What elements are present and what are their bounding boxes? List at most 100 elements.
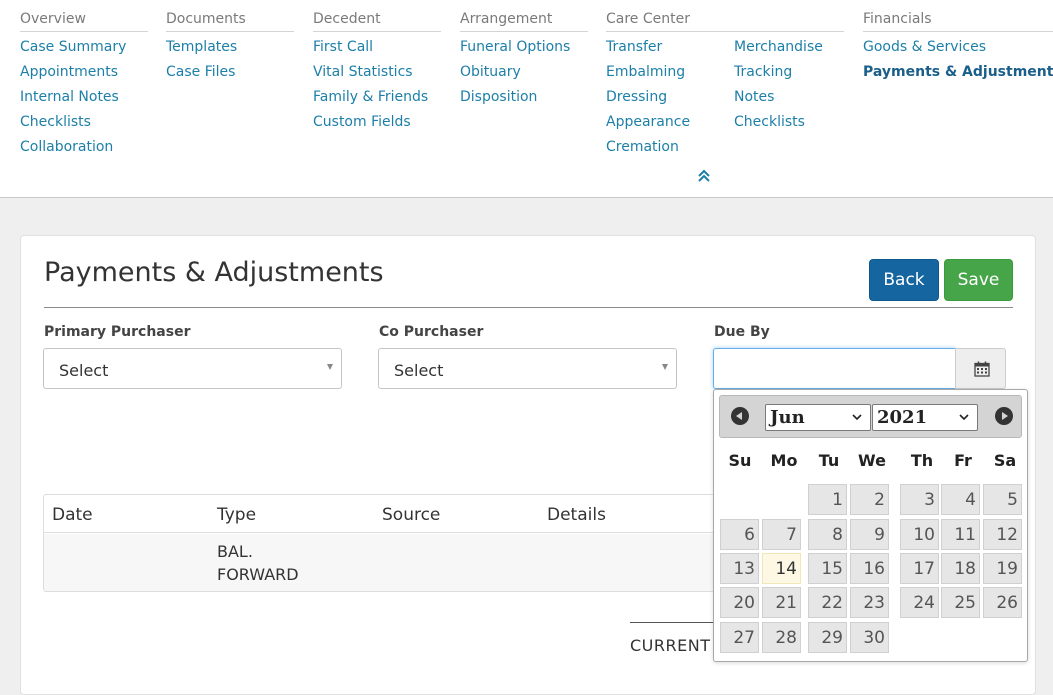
nav-link-appearance[interactable]: Appearance [606,110,690,135]
day-cell-19[interactable]: 19 [983,553,1022,584]
day-cell-3[interactable]: 3 [900,484,939,515]
day-cell-12[interactable]: 12 [983,519,1022,550]
nav-link-merchandise[interactable]: Merchandise [734,35,823,60]
due-by-label: Due By [714,324,770,340]
nav-link-funeral-options[interactable]: Funeral Options [460,35,588,60]
nav-column-documents: Documents Templates Case Files [166,10,294,85]
nav-link-templates[interactable]: Templates [166,35,294,60]
nav-link-case-summary[interactable]: Case Summary [20,35,148,60]
nav-link-vital-statistics[interactable]: Vital Statistics [313,60,441,85]
weekday-sa: Sa [993,451,1017,470]
nav-link-care-checklists[interactable]: Checklists [734,110,823,135]
day-cell-30[interactable]: 30 [850,622,889,653]
next-month-icon[interactable] [995,407,1013,425]
nav-link-family-friends[interactable]: Family & Friends [313,85,441,110]
day-cell-24[interactable]: 24 [900,587,939,618]
nav-link-payments-adjustments[interactable]: Payments & Adjustments [863,60,1053,85]
nav-column-overview: Overview Case Summary Appointments Inter… [20,10,148,160]
day-cell-17[interactable]: 17 [900,553,939,584]
nav-heading-overview: Overview [20,10,148,32]
nav-link-cremation[interactable]: Cremation [606,135,690,160]
chevron-down-icon [852,414,862,421]
day-cell-20[interactable]: 20 [720,587,759,618]
weekday-mo: Mo [770,451,798,470]
year-select[interactable]: 2021 [872,404,978,431]
column-header-source[interactable]: Source [382,505,440,525]
calendar-button[interactable] [955,348,1006,389]
day-cell-14[interactable]: 14 [762,553,801,584]
nav-link-dressing[interactable]: Dressing [606,85,690,110]
back-button[interactable]: Back [869,259,939,301]
nav-link-transfer[interactable]: Transfer [606,35,690,60]
day-cell-25[interactable]: 25 [941,587,980,618]
day-cell-5[interactable]: 5 [983,484,1022,515]
cell-type: BAL. FORWARD [217,542,299,584]
weekday-tu: Tu [818,451,840,470]
table-header: Date Type Source Details [44,495,732,533]
nav-link-embalming[interactable]: Embalming [606,60,690,85]
chevron-down-icon [959,414,969,421]
due-by-input[interactable] [713,348,956,389]
weekday-su: Su [728,451,752,470]
day-cell-11[interactable]: 11 [941,519,980,550]
nav-link-collaboration[interactable]: Collaboration [20,135,148,160]
nav-link-first-call[interactable]: First Call [313,35,441,60]
datepicker-header: Jun 2021 [719,395,1022,438]
nav-heading-documents: Documents [166,10,294,32]
column-header-date[interactable]: Date [52,505,93,525]
day-cell-21[interactable]: 21 [762,587,801,618]
day-cell-29[interactable]: 29 [808,622,847,653]
day-cell-18[interactable]: 18 [941,553,980,584]
previous-month-icon[interactable] [731,407,749,425]
day-cell-16[interactable]: 16 [850,553,889,584]
day-cell-9[interactable]: 9 [850,519,889,550]
day-cell-23[interactable]: 23 [850,587,889,618]
column-header-details[interactable]: Details [547,505,606,525]
top-navigation: Overview Case Summary Appointments Inter… [0,0,1053,198]
nav-link-disposition[interactable]: Disposition [460,85,588,110]
day-cell-10[interactable]: 10 [900,519,939,550]
weekday-we: We [858,451,886,470]
nav-link-checklists[interactable]: Checklists [20,110,148,135]
day-cell-26[interactable]: 26 [983,587,1022,618]
day-cell-15[interactable]: 15 [808,553,847,584]
nav-column-financials: Financials Goods & Services Payments & A… [863,10,1053,85]
datepicker-popup: Jun 2021 Su Mo Tu We Th Fr Sa 1 2 3 4 5 6 7 8 9 10 11 12 1… [713,389,1028,662]
year-value: 2021 [877,407,928,428]
nav-link-appointments[interactable]: Appointments [20,60,148,85]
nav-link-custom-fields[interactable]: Custom Fields [313,110,441,135]
double-chevron-up-icon[interactable] [697,168,711,184]
day-cell-22[interactable]: 22 [808,587,847,618]
co-purchaser-select[interactable]: Select [378,348,677,389]
nav-link-tracking[interactable]: Tracking [734,60,823,85]
table-row[interactable]: BAL. FORWARD [44,534,732,591]
weekday-fr: Fr [954,451,972,470]
month-select[interactable]: Jun [765,404,871,431]
day-cell-6[interactable]: 6 [720,519,759,550]
co-purchaser-value: Select [394,361,444,380]
day-cell-1[interactable]: 1 [808,484,847,515]
day-cell-13[interactable]: 13 [720,553,759,584]
nav-link-case-files[interactable]: Case Files [166,60,294,85]
nav-heading-decedent: Decedent [313,10,441,32]
calendar-icon [974,361,990,377]
day-cell-28[interactable]: 28 [762,622,801,653]
day-cell-27[interactable]: 27 [720,622,759,653]
day-cell-7[interactable]: 7 [762,519,801,550]
nav-link-internal-notes[interactable]: Internal Notes [20,85,148,110]
dropdown-arrow-icon [662,364,668,370]
payments-table: Date Type Source Details BAL. FORWARD [43,494,733,592]
current-divider [630,622,720,623]
nav-link-notes[interactable]: Notes [734,85,823,110]
day-cell-2[interactable]: 2 [850,484,889,515]
nav-link-obituary[interactable]: Obituary [460,60,588,85]
column-header-type[interactable]: Type [217,505,256,525]
save-button[interactable]: Save [944,259,1013,301]
nav-link-goods-services[interactable]: Goods & Services [863,35,1053,60]
dropdown-arrow-icon [327,364,333,370]
day-cell-4[interactable]: 4 [941,484,980,515]
nav-column-care-center: Care Center Transfer Embalming Dressing … [606,10,844,155]
page-title: Payments & Adjustments [44,257,384,288]
day-cell-8[interactable]: 8 [808,519,847,550]
primary-purchaser-select[interactable]: Select [43,348,342,389]
